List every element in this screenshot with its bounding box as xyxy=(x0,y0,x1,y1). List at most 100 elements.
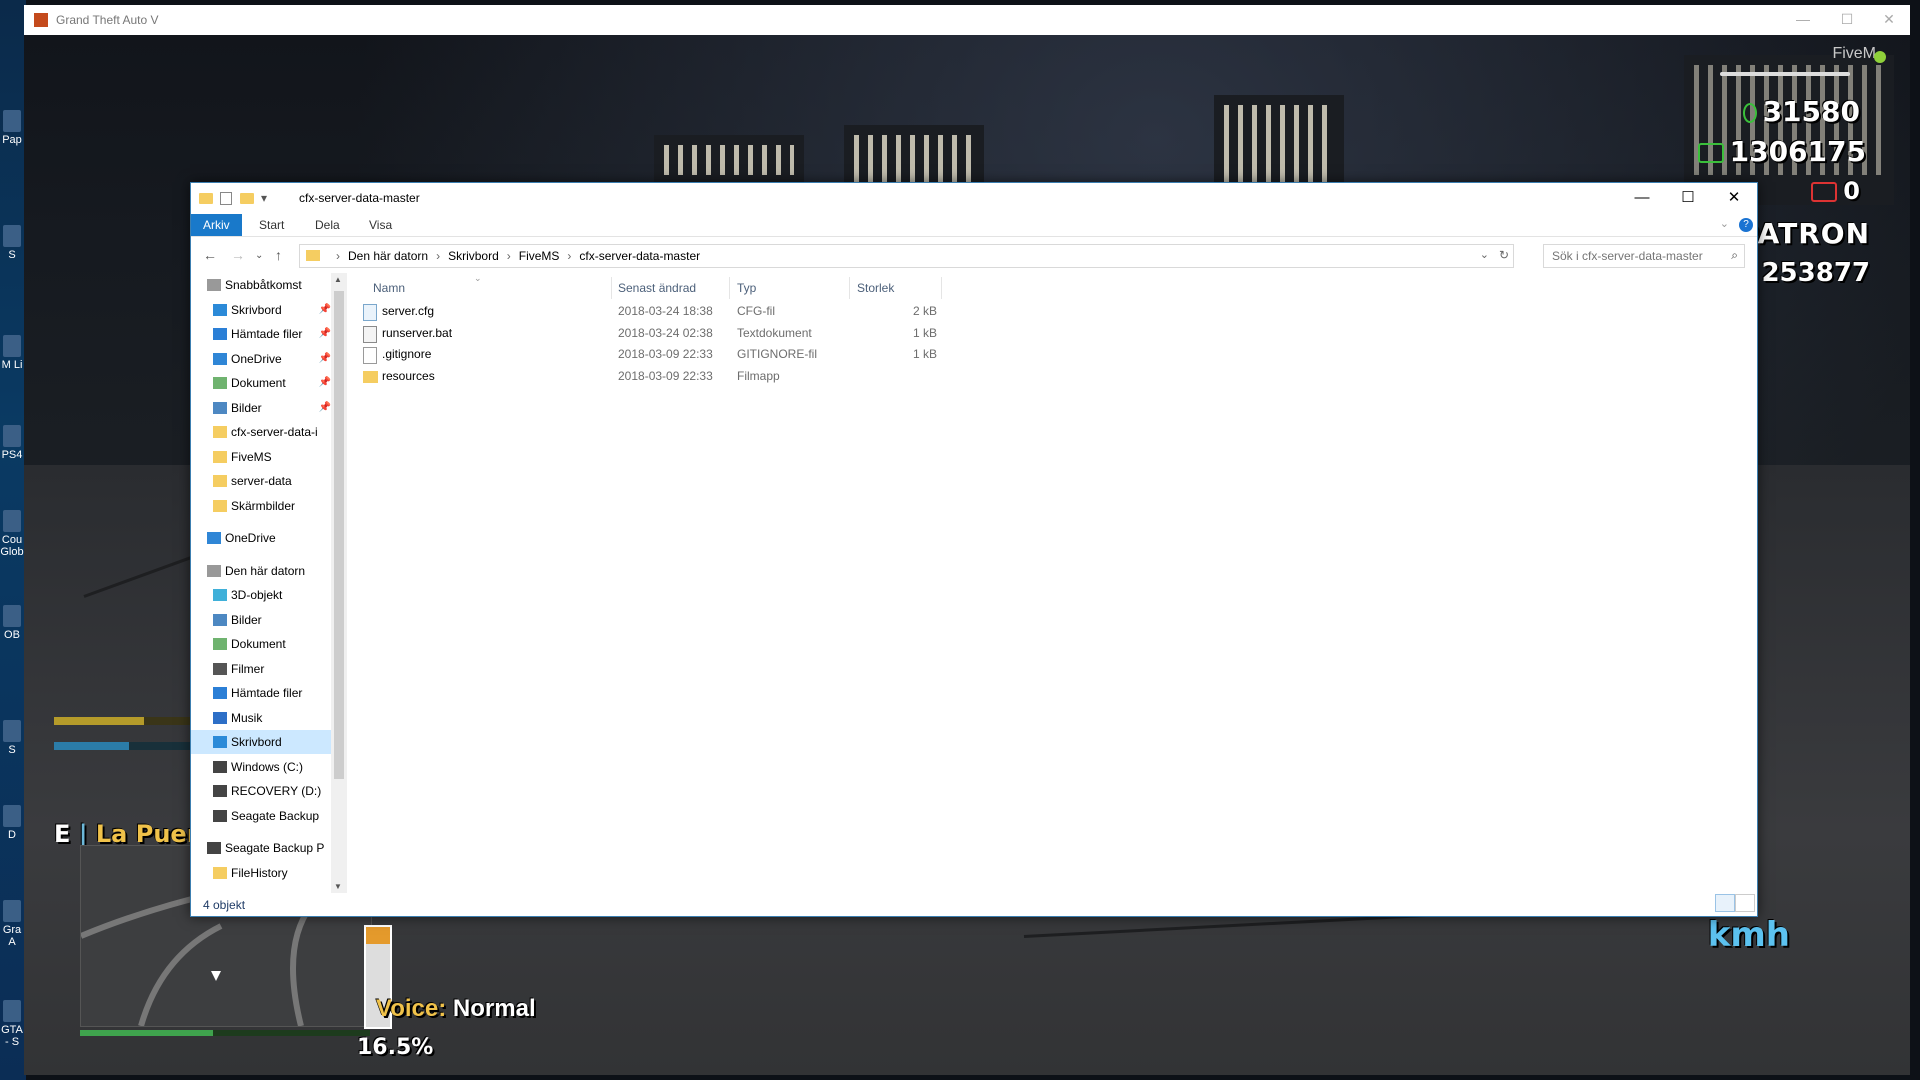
desktop-shortcut[interactable]: Pap xyxy=(0,110,24,146)
crumb-current[interactable]: cfx-server-data-master xyxy=(579,249,700,263)
sidebar-item-3d-objekt[interactable]: 3D-objekt xyxy=(191,583,331,607)
nav-item-label: OneDrive xyxy=(225,531,276,545)
new-folder-icon[interactable] xyxy=(239,193,254,205)
help-icon[interactable]: ? xyxy=(1739,218,1753,232)
search-input[interactable] xyxy=(1550,248,1714,264)
file-modified: 2018-03-24 18:38 xyxy=(618,304,713,318)
app-icon xyxy=(3,425,21,447)
sidebar-item-server-data[interactable]: server-data xyxy=(191,469,331,493)
search-box[interactable]: ⌕ xyxy=(1543,244,1745,268)
sidebar-item-recovery-d-[interactable]: RECOVERY (D:) xyxy=(191,779,331,803)
crumb-fivems[interactable]: FiveMS xyxy=(519,249,560,263)
pin-icon[interactable]: 📌 xyxy=(319,347,331,371)
up-arrow-icon[interactable]: ↑ xyxy=(275,247,282,263)
details-view-icon[interactable] xyxy=(1715,894,1735,912)
file-name: resources xyxy=(382,368,435,383)
address-dropdown-icon[interactable]: ⌄ xyxy=(1480,248,1489,261)
nav-item-label: Hämtade filer xyxy=(231,686,303,700)
column-header-modified[interactable]: Senast ändrad xyxy=(618,281,696,295)
sort-indicator-icon: ⌄ xyxy=(474,273,482,283)
customize-toolbar-icon[interactable]: ▾ xyxy=(261,191,267,205)
gta-minimize-button[interactable]: — xyxy=(1788,11,1818,29)
tab-visa[interactable]: Visa xyxy=(357,214,404,236)
sidebar-item-dokument[interactable]: Dokument 📌 xyxy=(191,371,331,395)
column-header-size[interactable]: Storlek xyxy=(857,281,894,295)
nav-onedrive[interactable]: OneDrive xyxy=(191,526,331,550)
search-icon[interactable]: ⌕ xyxy=(1731,248,1738,263)
gta-close-button[interactable]: ✕ xyxy=(1874,11,1904,29)
folder-icon xyxy=(213,450,227,463)
sidebar-item-skärmbilder[interactable]: Skärmbilder xyxy=(191,494,331,518)
sidebar-item-hämtade-filer[interactable]: Hämtade filer xyxy=(191,681,331,705)
sidebar-item-musik[interactable]: Musik xyxy=(191,706,331,730)
navigation-scrollbar[interactable]: ▲ ▼ xyxy=(331,273,347,893)
column-divider[interactable] xyxy=(849,277,850,299)
crumb-this-pc[interactable]: Den här datorn xyxy=(348,249,428,263)
sidebar-item-dokument[interactable]: Dokument xyxy=(191,632,331,656)
desktop-shortcut[interactable]: PS4 xyxy=(0,425,24,461)
recent-locations-icon[interactable]: ⌄ xyxy=(255,250,263,261)
column-divider[interactable] xyxy=(729,277,730,299)
desktop-shortcut[interactable]: D xyxy=(0,805,24,841)
sidebar-item-hämtade-filer[interactable]: Hämtade filer 📌 xyxy=(191,322,331,346)
sidebar-item-fivems[interactable]: FiveMS xyxy=(191,445,331,469)
sidebar-item-onedrive[interactable]: OneDrive 📌 xyxy=(191,347,331,371)
pin-icon[interactable]: 📌 xyxy=(319,322,331,346)
scrollbar-thumb[interactable] xyxy=(334,291,344,779)
close-button[interactable]: ✕ xyxy=(1711,183,1757,213)
explorer-titlebar[interactable]: ▾ cfx-server-data-master — ☐ ✕ xyxy=(191,183,1757,213)
stamina-fill xyxy=(54,742,129,750)
maximize-button[interactable]: ☐ xyxy=(1665,183,1711,213)
forward-arrow-icon[interactable]: → xyxy=(231,247,245,263)
desktop-shortcut[interactable]: GTA - S xyxy=(0,1000,24,1048)
file-row[interactable]: resources 2018-03-09 22:33 Filmapp xyxy=(361,366,961,387)
column-header-name[interactable]: Namn xyxy=(373,281,405,295)
stamina-bar xyxy=(54,742,204,750)
pin-icon[interactable]: 📌 xyxy=(319,396,331,420)
column-divider[interactable] xyxy=(611,277,612,299)
desktop-shortcut[interactable]: Gra A xyxy=(0,900,24,948)
sidebar-item-skrivbord[interactable]: Skrivbord 📌 xyxy=(191,298,331,322)
sidebar-item-bilder[interactable]: Bilder 📌 xyxy=(191,396,331,420)
nav-item-label: Snabbåtkomst xyxy=(225,278,302,292)
desktop-shortcut[interactable]: OB xyxy=(0,605,24,641)
sidebar-item-filmer[interactable]: Filmer xyxy=(191,657,331,681)
column-header-type[interactable]: Typ xyxy=(737,281,756,295)
sidebar-item-filehistory[interactable]: FileHistory xyxy=(191,861,331,885)
tab-start[interactable]: Start xyxy=(247,214,296,236)
pin-icon[interactable]: 📌 xyxy=(319,298,331,322)
nav-this-pc[interactable]: Den här datorn xyxy=(191,559,331,583)
minimize-button[interactable]: — xyxy=(1619,183,1665,213)
ribbon-expand-icon[interactable]: ⌄ xyxy=(1720,217,1729,230)
sidebar-item-seagate-backup-p[interactable]: Seagate Backup P xyxy=(191,836,331,860)
refresh-icon[interactable]: ↻ xyxy=(1499,248,1509,262)
nav-quick-access[interactable]: Snabbåtkomst xyxy=(191,273,331,297)
navigation-pane: Snabbåtkomst Skrivbord 📌 Hämtade filer 📌 OneD… xyxy=(191,273,347,893)
large-icons-view-icon[interactable] xyxy=(1735,894,1755,912)
sidebar-item-skrivbord[interactable]: Skrivbord xyxy=(191,730,331,754)
pin-icon[interactable]: 📌 xyxy=(319,371,331,395)
folder-icon[interactable] xyxy=(199,193,213,205)
file-row[interactable]: .gitignore 2018-03-09 22:33 GITIGNORE-fil 1… xyxy=(361,344,961,365)
gta-maximize-button[interactable]: ☐ xyxy=(1832,11,1862,29)
file-row[interactable]: runserver.bat 2018-03-24 02:38 Textdokumen… xyxy=(361,323,961,344)
tab-dela[interactable]: Dela xyxy=(303,214,352,236)
sidebar-item-windows-c-[interactable]: Windows (C:) xyxy=(191,755,331,779)
column-divider[interactable] xyxy=(941,277,942,299)
back-arrow-icon[interactable]: ← xyxy=(203,247,217,263)
address-bar[interactable]: › Den här datorn › Skrivbord › FiveMS › cfx-ser… xyxy=(299,244,1514,268)
desktop-shortcut[interactable]: Cou Glob xyxy=(0,510,24,558)
properties-icon[interactable] xyxy=(220,192,233,206)
sidebar-item-seagate-backup[interactable]: Seagate Backup xyxy=(191,804,331,828)
crumb-desktop[interactable]: Skrivbord xyxy=(448,249,499,263)
desktop-shortcut[interactable]: S xyxy=(0,720,24,756)
crumb-separator-icon: › xyxy=(436,249,441,263)
scroll-down-icon[interactable]: ▼ xyxy=(334,882,342,891)
scroll-up-icon[interactable]: ▲ xyxy=(334,275,342,284)
tab-arkiv[interactable]: Arkiv xyxy=(191,214,242,236)
desktop-shortcut[interactable]: M Li xyxy=(0,335,24,371)
desktop-shortcut[interactable]: S xyxy=(0,225,24,261)
sidebar-item-cfx-server-data-i[interactable]: cfx-server-data-i xyxy=(191,420,331,444)
file-row[interactable]: server.cfg 2018-03-24 18:38 CFG-fil 2 kB xyxy=(361,301,961,322)
sidebar-item-bilder[interactable]: Bilder xyxy=(191,608,331,632)
